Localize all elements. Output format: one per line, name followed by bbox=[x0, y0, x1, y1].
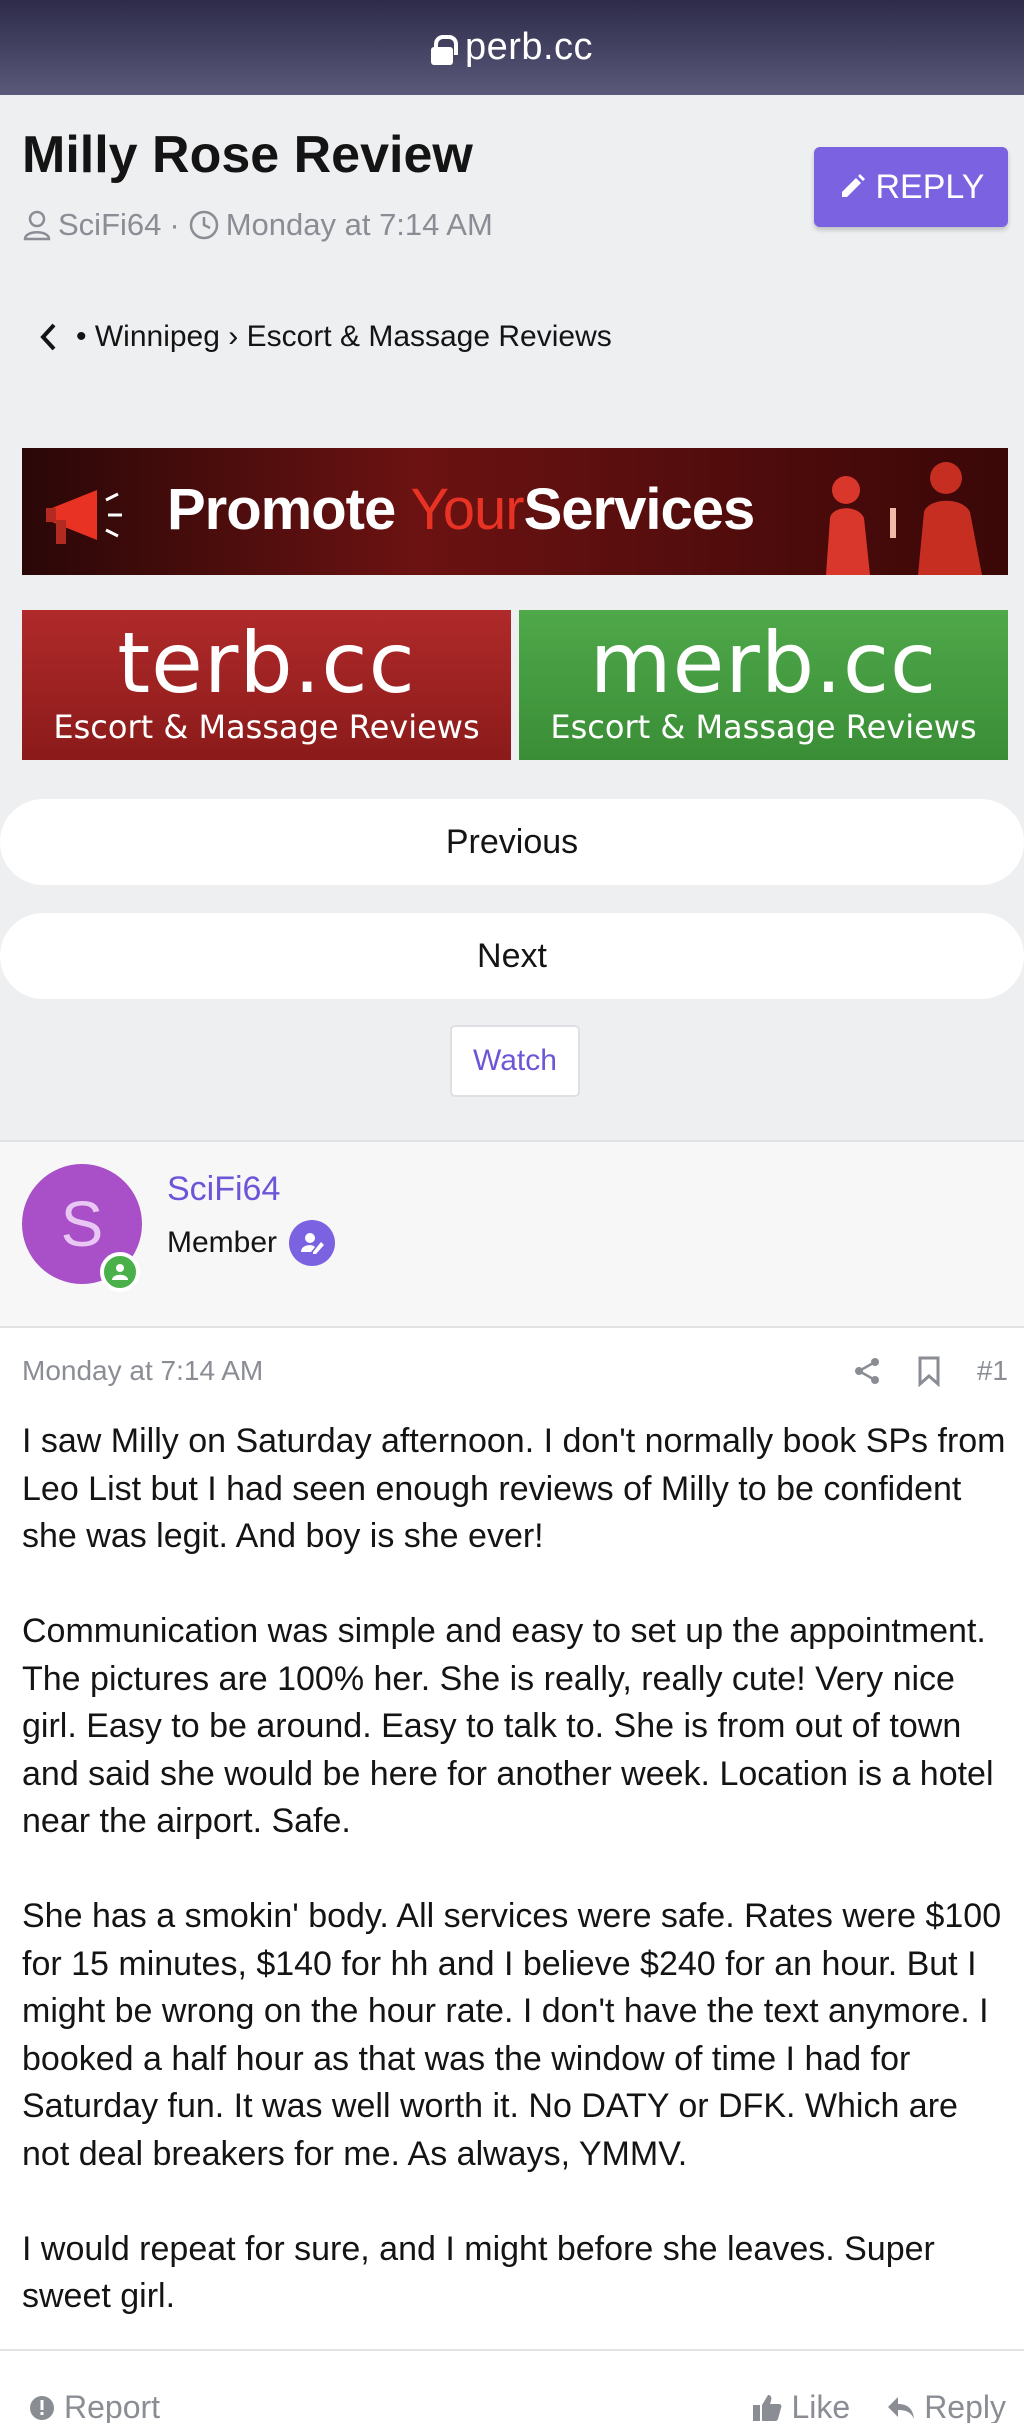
report-link[interactable]: Report bbox=[28, 2389, 160, 2423]
like-button[interactable]: Like bbox=[751, 2389, 850, 2423]
terb-banner-tagline: Escort & Massage Reviews bbox=[53, 708, 480, 746]
post-footer: Report Like Reply bbox=[0, 2349, 1024, 2423]
online-status-icon bbox=[100, 1252, 140, 1292]
breadcrumb-current[interactable]: Escort & Massage Reviews bbox=[247, 320, 612, 354]
next-button-label: Next bbox=[477, 936, 547, 975]
user-icon bbox=[23, 210, 51, 241]
watch-button[interactable]: Watch bbox=[450, 1025, 580, 1097]
share-icon[interactable] bbox=[853, 1356, 881, 1386]
breadcrumb-separator: › bbox=[228, 320, 239, 353]
lock-icon bbox=[430, 34, 458, 65]
post-paragraph: I saw Milly on Saturday afternoon. I don… bbox=[22, 1422, 1006, 1555]
breadcrumb-parent[interactable]: Winnipeg bbox=[95, 320, 220, 354]
meta-separator: · bbox=[169, 207, 180, 242]
post-number[interactable]: #1 bbox=[977, 1355, 1008, 1387]
watch-button-label: Watch bbox=[473, 1044, 557, 1077]
chevron-left-icon[interactable] bbox=[38, 321, 58, 353]
next-button[interactable]: Next bbox=[0, 913, 1024, 999]
post-paragraph: Communication was simple and easy to set… bbox=[22, 1612, 994, 1840]
terb-banner[interactable]: terb.cc Escort & Massage Reviews bbox=[22, 610, 511, 760]
breadcrumb-bullet: • bbox=[76, 320, 87, 353]
thread-author[interactable]: SciFi64 bbox=[58, 207, 161, 243]
post-meta: Monday at 7:14 AM #1 bbox=[22, 1355, 1008, 1387]
reply-arrow-icon bbox=[888, 2396, 915, 2419]
post-paragraph: She has a smokin' body. All services wer… bbox=[22, 1897, 1002, 2173]
report-label: Report bbox=[64, 2389, 161, 2423]
promote-services-banner[interactable]: Promote YourServices bbox=[22, 448, 1008, 575]
previous-button-label: Previous bbox=[445, 822, 579, 861]
clock-icon bbox=[189, 210, 218, 240]
post-reply-button[interactable]: Reply bbox=[886, 2389, 1006, 2423]
post-body: I saw Milly on Saturday afternoon. I don… bbox=[22, 1418, 1012, 2368]
post-date[interactable]: Monday at 7:14 AM bbox=[22, 1355, 263, 1387]
thread-header: Milly Rose Review SciFi64 · Monday at 7:… bbox=[0, 95, 1024, 1140]
url-host: perb.cc bbox=[464, 26, 594, 68]
user-role-label: Member bbox=[167, 1226, 278, 1259]
couple-silhouette-image bbox=[826, 462, 982, 575]
reply-button-label: REPLY bbox=[875, 167, 985, 206]
merb-banner-tagline: Escort & Massage Reviews bbox=[550, 708, 977, 746]
alert-icon bbox=[30, 2395, 54, 2420]
megaphone-icon bbox=[46, 490, 122, 544]
promote-word-2: Your bbox=[410, 477, 524, 542]
merb-banner[interactable]: merb.cc Escort & Massage Reviews bbox=[519, 610, 1008, 760]
reply-label: Reply bbox=[924, 2389, 1006, 2423]
previous-button[interactable]: Previous bbox=[0, 799, 1024, 885]
browser-url-bar[interactable]: perb.cc bbox=[0, 0, 1024, 95]
like-label: Like bbox=[791, 2389, 851, 2423]
thumbs-up-icon bbox=[753, 2394, 782, 2421]
promote-word-3: Services bbox=[523, 477, 756, 542]
merb-banner-name: merb.cc bbox=[589, 614, 938, 712]
avatar-letter: S bbox=[60, 1188, 104, 1260]
member-badge-icon bbox=[289, 1220, 336, 1266]
user-role: Member bbox=[167, 1220, 336, 1266]
breadcrumb: • Winnipeg › Escort & Massage Reviews bbox=[38, 320, 612, 354]
post-author-block: S SciFi64 Member bbox=[0, 1140, 1024, 1328]
thread-meta: SciFi64 · Monday at 7:14 AM bbox=[22, 207, 493, 243]
post-username[interactable]: SciFi64 bbox=[167, 1170, 280, 1209]
reply-button[interactable]: REPLY bbox=[814, 147, 1008, 227]
pencil-icon bbox=[841, 174, 865, 197]
post-paragraph: I would repeat for sure, and I might bef… bbox=[22, 2229, 935, 2316]
terb-banner-name: terb.cc bbox=[117, 614, 416, 712]
promote-banner-text: Promote YourServices bbox=[167, 476, 756, 543]
promote-word-1: Promote bbox=[167, 477, 396, 542]
bookmark-icon[interactable] bbox=[917, 1355, 941, 1387]
page-title: Milly Rose Review bbox=[22, 126, 473, 184]
post-actions: Like Reply bbox=[751, 2389, 1006, 2423]
thread-date[interactable]: Monday at 7:14 AM bbox=[226, 207, 493, 243]
